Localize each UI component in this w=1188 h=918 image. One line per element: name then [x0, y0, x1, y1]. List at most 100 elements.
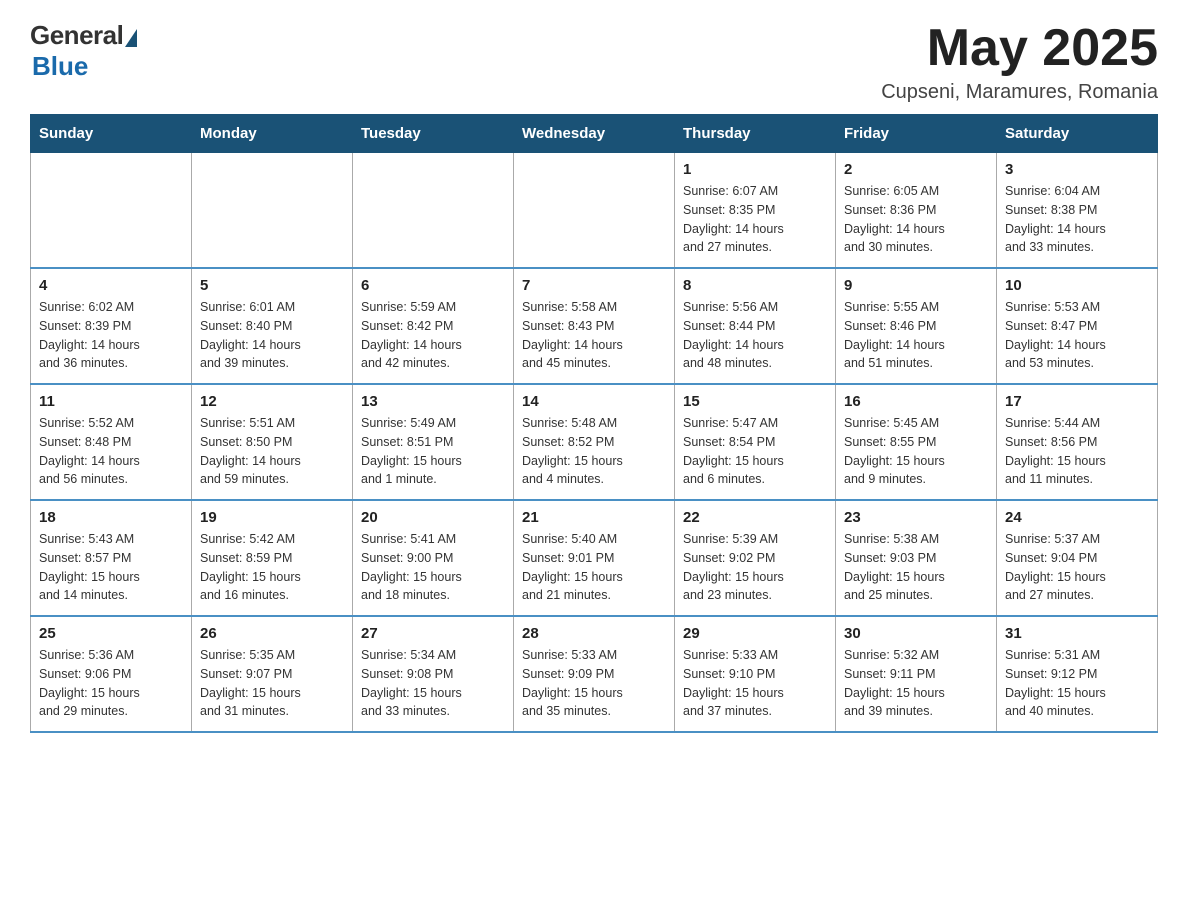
day-info: Sunrise: 5:48 AM Sunset: 8:52 PM Dayligh…	[522, 414, 666, 489]
title-block: May 2025 Cupseni, Maramures, Romania	[881, 20, 1158, 104]
calendar-cell: 21 Sunrise: 5:40 AM Sunset: 9:01 PM Dayli…	[514, 500, 675, 616]
day-number: 5	[200, 277, 344, 294]
calendar-cell: 30Sunrise: 5:32 AM Sunset: 9:11 PM Dayli…	[836, 616, 997, 732]
calendar-week-4: 18Sunrise: 5:43 AM Sunset: 8:57 PM Dayli…	[31, 500, 1158, 616]
calendar-cell	[192, 153, 353, 269]
day-info: Sunrise: 5:40 AM Sunset: 9:01 PM Dayligh…	[522, 530, 666, 605]
day-number: 4	[39, 277, 183, 294]
weekday-header-tuesday: Tuesday	[353, 115, 514, 153]
day-info: Sunrise: 5:41 AM Sunset: 9:00 PM Dayligh…	[361, 530, 505, 605]
calendar-cell: 23 Sunrise: 5:38 AM Sunset: 9:03 PM Dayli…	[836, 500, 997, 616]
day-info: Sunrise: 5:59 AM Sunset: 8:42 PM Dayligh…	[361, 298, 505, 373]
day-number: 7	[522, 277, 666, 294]
calendar-cell: 7 Sunrise: 5:58 AM Sunset: 8:43 PM Daylig…	[514, 268, 675, 384]
calendar-cell: 6 Sunrise: 5:59 AM Sunset: 8:42 PM Daylig…	[353, 268, 514, 384]
calendar-cell: 8Sunrise: 5:56 AM Sunset: 8:44 PM Daylig…	[675, 268, 836, 384]
calendar-table: SundayMondayTuesdayWednesdayThursdayFrid…	[30, 114, 1158, 733]
calendar-cell: 22Sunrise: 5:39 AM Sunset: 9:02 PM Dayli…	[675, 500, 836, 616]
calendar-cell	[514, 153, 675, 269]
calendar-cell: 25 Sunrise: 5:36 AM Sunset: 9:06 PM Dayli…	[31, 616, 192, 732]
calendar-cell: 4 Sunrise: 6:02 AM Sunset: 8:39 PM Daylig…	[31, 268, 192, 384]
day-number: 25	[39, 625, 183, 642]
day-info: Sunrise: 5:52 AM Sunset: 8:48 PM Dayligh…	[39, 414, 183, 489]
logo-blue-text: Blue	[32, 51, 88, 82]
calendar-header: SundayMondayTuesdayWednesdayThursdayFrid…	[31, 115, 1158, 153]
day-info: Sunrise: 5:42 AM Sunset: 8:59 PM Dayligh…	[200, 530, 344, 605]
day-number: 8	[683, 277, 827, 294]
day-info: Sunrise: 5:33 AM Sunset: 9:10 PM Dayligh…	[683, 646, 827, 721]
calendar-cell	[353, 153, 514, 269]
logo: General Blue	[30, 20, 137, 82]
weekday-header-friday: Friday	[836, 115, 997, 153]
weekday-row: SundayMondayTuesdayWednesdayThursdayFrid…	[31, 115, 1158, 153]
day-number: 28	[522, 625, 666, 642]
calendar-cell: 31 Sunrise: 5:31 AM Sunset: 9:12 PM Dayli…	[997, 616, 1158, 732]
day-number: 9	[844, 277, 988, 294]
calendar-cell: 14Sunrise: 5:48 AM Sunset: 8:52 PM Dayli…	[514, 384, 675, 500]
calendar-cell: 28 Sunrise: 5:33 AM Sunset: 9:09 PM Dayli…	[514, 616, 675, 732]
calendar-cell: 20Sunrise: 5:41 AM Sunset: 9:00 PM Dayli…	[353, 500, 514, 616]
month-title: May 2025	[881, 20, 1158, 77]
day-number: 27	[361, 625, 505, 642]
calendar-cell	[31, 153, 192, 269]
day-number: 22	[683, 509, 827, 526]
day-info: Sunrise: 5:34 AM Sunset: 9:08 PM Dayligh…	[361, 646, 505, 721]
day-number: 10	[1005, 277, 1149, 294]
calendar-cell: 9 Sunrise: 5:55 AM Sunset: 8:46 PM Daylig…	[836, 268, 997, 384]
weekday-header-wednesday: Wednesday	[514, 115, 675, 153]
calendar-cell: 10Sunrise: 5:53 AM Sunset: 8:47 PM Dayli…	[997, 268, 1158, 384]
day-info: Sunrise: 5:32 AM Sunset: 9:11 PM Dayligh…	[844, 646, 988, 721]
day-info: Sunrise: 5:58 AM Sunset: 8:43 PM Dayligh…	[522, 298, 666, 373]
day-number: 23	[844, 509, 988, 526]
calendar-cell: 12Sunrise: 5:51 AM Sunset: 8:50 PM Dayli…	[192, 384, 353, 500]
calendar-week-1: 1 Sunrise: 6:07 AM Sunset: 8:35 PM Daylig…	[31, 153, 1158, 269]
day-number: 29	[683, 625, 827, 642]
day-info: Sunrise: 5:55 AM Sunset: 8:46 PM Dayligh…	[844, 298, 988, 373]
calendar-cell: 27 Sunrise: 5:34 AM Sunset: 9:08 PM Dayli…	[353, 616, 514, 732]
day-info: Sunrise: 6:04 AM Sunset: 8:38 PM Dayligh…	[1005, 182, 1149, 257]
day-info: Sunrise: 6:07 AM Sunset: 8:35 PM Dayligh…	[683, 182, 827, 257]
day-number: 3	[1005, 161, 1149, 178]
day-info: Sunrise: 5:44 AM Sunset: 8:56 PM Dayligh…	[1005, 414, 1149, 489]
day-info: Sunrise: 5:38 AM Sunset: 9:03 PM Dayligh…	[844, 530, 988, 605]
day-info: Sunrise: 6:02 AM Sunset: 8:39 PM Dayligh…	[39, 298, 183, 373]
day-info: Sunrise: 6:01 AM Sunset: 8:40 PM Dayligh…	[200, 298, 344, 373]
calendar-cell: 26 Sunrise: 5:35 AM Sunset: 9:07 PM Dayli…	[192, 616, 353, 732]
day-info: Sunrise: 5:33 AM Sunset: 9:09 PM Dayligh…	[522, 646, 666, 721]
day-number: 31	[1005, 625, 1149, 642]
calendar-week-5: 25 Sunrise: 5:36 AM Sunset: 9:06 PM Dayli…	[31, 616, 1158, 732]
day-number: 11	[39, 393, 183, 410]
day-info: Sunrise: 5:45 AM Sunset: 8:55 PM Dayligh…	[844, 414, 988, 489]
day-number: 19	[200, 509, 344, 526]
day-number: 1	[683, 161, 827, 178]
calendar-cell: 1 Sunrise: 6:07 AM Sunset: 8:35 PM Daylig…	[675, 153, 836, 269]
day-info: Sunrise: 5:35 AM Sunset: 9:07 PM Dayligh…	[200, 646, 344, 721]
day-info: Sunrise: 5:31 AM Sunset: 9:12 PM Dayligh…	[1005, 646, 1149, 721]
location-text: Cupseni, Maramures, Romania	[881, 81, 1158, 104]
day-number: 21	[522, 509, 666, 526]
calendar-cell: 19 Sunrise: 5:42 AM Sunset: 8:59 PM Dayli…	[192, 500, 353, 616]
day-info: Sunrise: 5:47 AM Sunset: 8:54 PM Dayligh…	[683, 414, 827, 489]
day-number: 26	[200, 625, 344, 642]
calendar-body: 1 Sunrise: 6:07 AM Sunset: 8:35 PM Daylig…	[31, 153, 1158, 733]
day-number: 24	[1005, 509, 1149, 526]
weekday-header-sunday: Sunday	[31, 115, 192, 153]
day-number: 13	[361, 393, 505, 410]
calendar-cell: 18Sunrise: 5:43 AM Sunset: 8:57 PM Dayli…	[31, 500, 192, 616]
day-info: Sunrise: 5:36 AM Sunset: 9:06 PM Dayligh…	[39, 646, 183, 721]
calendar-week-2: 4 Sunrise: 6:02 AM Sunset: 8:39 PM Daylig…	[31, 268, 1158, 384]
day-info: Sunrise: 5:51 AM Sunset: 8:50 PM Dayligh…	[200, 414, 344, 489]
logo-arrow-icon	[125, 29, 137, 47]
calendar-cell: 13 Sunrise: 5:49 AM Sunset: 8:51 PM Dayli…	[353, 384, 514, 500]
calendar-cell: 5 Sunrise: 6:01 AM Sunset: 8:40 PM Daylig…	[192, 268, 353, 384]
calendar-cell: 11 Sunrise: 5:52 AM Sunset: 8:48 PM Dayli…	[31, 384, 192, 500]
day-info: Sunrise: 5:49 AM Sunset: 8:51 PM Dayligh…	[361, 414, 505, 489]
day-number: 15	[683, 393, 827, 410]
calendar-week-3: 11 Sunrise: 5:52 AM Sunset: 8:48 PM Dayli…	[31, 384, 1158, 500]
calendar-cell: 24Sunrise: 5:37 AM Sunset: 9:04 PM Dayli…	[997, 500, 1158, 616]
day-number: 6	[361, 277, 505, 294]
day-number: 17	[1005, 393, 1149, 410]
day-number: 18	[39, 509, 183, 526]
weekday-header-saturday: Saturday	[997, 115, 1158, 153]
logo-general-text: General	[30, 20, 123, 51]
